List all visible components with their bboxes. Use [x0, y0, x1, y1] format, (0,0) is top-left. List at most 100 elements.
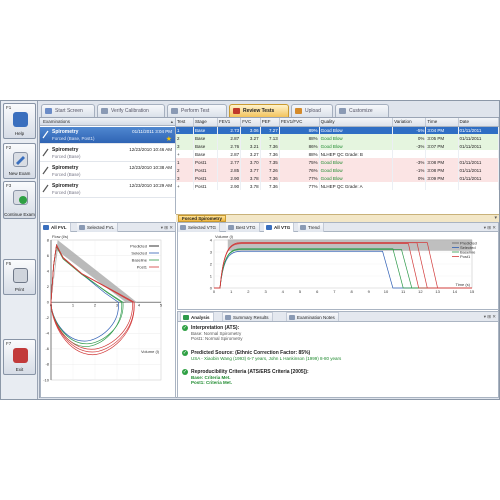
table-cell-ratio: 89% — [279, 126, 320, 134]
fkey-number: F5 — [6, 261, 12, 266]
exam-list-item[interactable]: Spirometry 12/23/2010 10:46 AM Forced (B… — [40, 145, 175, 162]
table-row[interactable]: 3 Base 2.76 3.21 7.36 86% Good Blow -3% 3:07 PM 0… — [176, 142, 499, 150]
table-cell-fvc: 3.06 — [240, 126, 261, 134]
new-exam-button[interactable]: F2 New Exam — [3, 143, 36, 179]
y-tick-label: 3 — [210, 249, 213, 254]
upload-icon — [295, 108, 302, 114]
help-button[interactable]: F1 Help — [3, 103, 36, 139]
table-row[interactable]: 2 Post1 2.85 3.77 7.26 76% Good Blow -1% 3:08 PM… — [176, 166, 499, 174]
table-cell-pef: 7.13 — [260, 134, 280, 142]
fvl-panel: All FVL Selected FVL ▾ ⊞ ✕ 8 6 4 2 0 -2 -4 -6 -8… — [40, 222, 176, 398]
table-cell-pef: 7.35 — [260, 158, 280, 166]
y-tick-label: 4 — [210, 237, 213, 242]
column-header[interactable]: FVC — [240, 118, 261, 127]
table-cell-quality: NLHEP QC Grade: B — [319, 150, 394, 158]
table-cell-date: 01/11/2011 — [458, 142, 499, 150]
examinations-title: Examinations — [43, 119, 71, 124]
table-row[interactable]: 3 Post1 2.90 3.78 7.36 77% Good Blow 0% 3:09 PM 0… — [176, 174, 499, 182]
table-cell-ratio: 88% — [279, 150, 320, 158]
print-button[interactable]: F5 Print — [3, 259, 36, 295]
exam-list-item[interactable]: Spirometry 12/23/2010 10:38 AM Forced (B… — [40, 163, 175, 180]
table-row[interactable]: 1 Post1 2.77 3.70 7.35 75% Good Blow -3% 3:08 PM… — [176, 158, 499, 166]
x-axis-label: Time (s) — [455, 282, 470, 287]
x-tick-label: 0 — [213, 289, 216, 294]
column-header[interactable]: Quality — [319, 118, 394, 127]
analysis-tab-bar: Analysis Summary Results Examination Not… — [178, 312, 498, 322]
spirometry-icon — [42, 130, 49, 139]
tab-customize[interactable]: Customize — [335, 104, 389, 117]
x-tick-label: 11 — [401, 289, 406, 294]
forced-spirometry-label[interactable]: Forced Spirometry — [178, 215, 227, 222]
panel-controls-icon[interactable]: ▾ ⊞ ✕ — [484, 223, 496, 232]
table-cell-variation — [392, 182, 427, 190]
table-row[interactable]: + Base 2.87 3.27 7.36 88% NLHEP QC Grade: B — [176, 150, 499, 158]
column-header[interactable]: FEV1/FVC — [279, 118, 320, 127]
legend-label: Baseline — [132, 257, 148, 262]
exit-button[interactable]: F7 Exit — [3, 339, 36, 375]
tab-summary-results[interactable]: Summary Results — [222, 312, 273, 321]
tab-verify-calibration[interactable]: Verify Calibration — [97, 104, 165, 117]
x-tick-label: 6 — [316, 289, 319, 294]
tab-analysis[interactable]: Analysis — [180, 312, 214, 321]
y-tick-label: 2 — [210, 261, 213, 266]
table-cell-test: + — [176, 182, 194, 190]
tab-all-vtg[interactable]: All VTG — [264, 223, 295, 232]
tab-label: Start Screen — [55, 108, 83, 114]
table-cell-time — [425, 182, 459, 190]
column-header[interactable]: Variation — [392, 118, 427, 127]
table-cell-time: 3:04 PM — [425, 126, 459, 134]
table-cell-date — [458, 182, 499, 190]
tab-label: Analysis — [191, 315, 210, 320]
exam-list-item[interactable]: Spirometry 01/11/2011 3:04 PM Forced (Ba… — [40, 127, 175, 144]
table-cell-stage: Post1 — [193, 174, 218, 182]
column-header[interactable]: Date — [458, 118, 499, 127]
y-axis-label: Flow (l/s) — [52, 234, 69, 239]
tab-selected-vtg[interactable]: Selected VTG — [178, 223, 221, 232]
tab-selected-fvl[interactable]: Selected FVL — [77, 223, 119, 232]
table-cell-fev1: 2.85 — [217, 166, 242, 174]
panel-controls-icon[interactable]: ▾ ⊞ ✕ — [161, 223, 173, 232]
tab-trend[interactable]: Trend — [298, 223, 324, 232]
exam-subtitle: Forced (Base) — [52, 190, 81, 195]
table-cell-test: 3 — [176, 174, 194, 182]
tab-upload[interactable]: Upload — [291, 104, 333, 117]
vtg-icon — [266, 225, 272, 230]
table-cell-fev1: 2.77 — [217, 158, 242, 166]
review-tests-icon — [233, 108, 240, 114]
exam-date: 01/11/2011 3:04 PM — [132, 129, 172, 134]
continue-exam-button[interactable]: F3 Continue Exam — [3, 181, 36, 219]
dropdown-icon[interactable]: ▾ — [494, 215, 497, 222]
table-cell-fev1: 2.73 — [217, 126, 242, 134]
table-cell-time: 3:05 PM — [425, 134, 459, 142]
column-header[interactable]: PEF — [260, 118, 280, 127]
tab-examination-notes[interactable]: Examination Notes — [286, 312, 339, 321]
table-cell-stage: Base — [193, 150, 218, 158]
column-header[interactable]: Test — [176, 118, 194, 127]
table-cell-fvc: 3.27 — [240, 150, 261, 158]
perform-test-icon — [171, 108, 178, 114]
x-tick-label: 12 — [418, 289, 423, 294]
table-cell-date: 01/11/2011 — [458, 166, 499, 174]
collapse-icon[interactable]: ▴ — [171, 118, 173, 126]
column-header[interactable]: Time — [425, 118, 459, 127]
exam-list-item[interactable]: Spirometry 12/23/2010 10:29 AM Forced (B… — [40, 181, 175, 198]
table-row[interactable]: 1 Base 2.73 3.06 7.27 89% Good Blow -5% 3:04 PM 0… — [176, 126, 499, 134]
y-axis-label: Volume (l) — [215, 234, 234, 239]
table-row[interactable]: 2 Base 2.87 3.27 7.13 88% Good Blow 0% 3:05 PM 01… — [176, 134, 499, 142]
table-row[interactable]: + Post1 2.90 3.78 7.36 77% NLHEP QC Grade: A — [176, 182, 499, 190]
column-header[interactable]: Stage — [193, 118, 218, 127]
table-cell-fvc: 3.27 — [240, 134, 261, 142]
table-cell-time: 3:09 PM — [425, 174, 459, 182]
tab-best-vtg[interactable]: Best VTG — [226, 223, 260, 232]
tab-start-screen[interactable]: Start Screen — [41, 104, 95, 117]
table-cell-fev1: 2.90 — [217, 182, 242, 190]
tab-all-fvl[interactable]: All FVL — [41, 223, 71, 232]
table-cell-ratio: 75% — [279, 158, 320, 166]
spirometry-app-window: F1 Help F2 New Exam F3 Continue Exam F5 … — [0, 100, 500, 400]
tab-perform-test[interactable]: Perform Test — [167, 104, 227, 117]
panel-controls-icon[interactable]: ▾ ⊞ ✕ — [484, 312, 496, 322]
x-tick-label: 9 — [368, 289, 371, 294]
tab-review-tests[interactable]: Review Tests — [229, 104, 289, 117]
y-tick-label: 1 — [210, 273, 213, 278]
column-header[interactable]: FEV1 — [217, 118, 242, 127]
